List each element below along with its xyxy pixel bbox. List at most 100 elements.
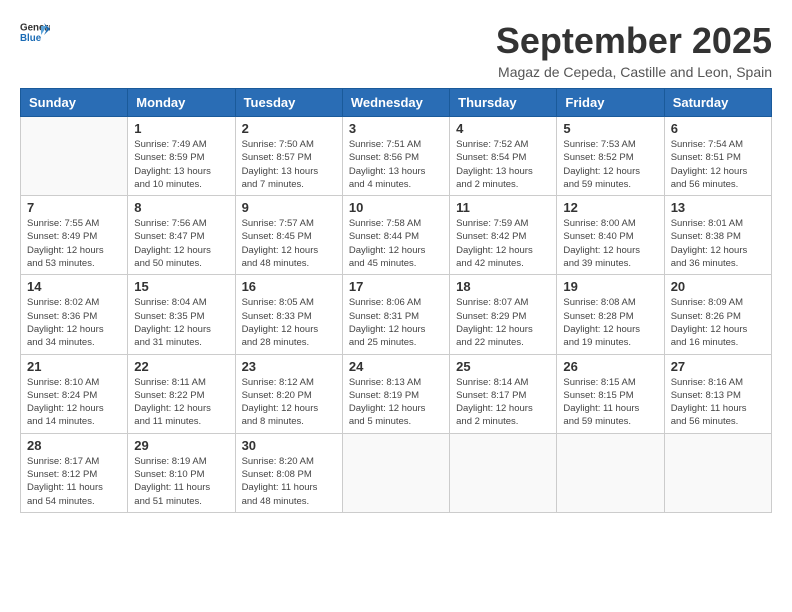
- calendar-cell: 18Sunrise: 8:07 AM Sunset: 8:29 PM Dayli…: [450, 275, 557, 354]
- title-area: September 2025 Magaz de Cepeda, Castille…: [496, 20, 772, 80]
- week-row-3: 21Sunrise: 8:10 AM Sunset: 8:24 PM Dayli…: [21, 354, 772, 433]
- day-number: 6: [671, 121, 765, 136]
- day-number: 13: [671, 200, 765, 215]
- day-info: Sunrise: 7:49 AM Sunset: 8:59 PM Dayligh…: [134, 138, 228, 191]
- calendar-cell: 20 Sunrise: 8:09 AM Sunset: 8:26 PM Dayli…: [664, 275, 771, 354]
- day-info: Sunrise: 8:00 AM Sunset: 8:40 PM Dayligh…: [563, 217, 657, 270]
- day-info: Sunrise: 8:01 AM Sunset: 8:38 PM Dayligh…: [671, 217, 765, 270]
- day-info: Sunrise: 7:52 AM Sunset: 8:54 PM Dayligh…: [456, 138, 550, 191]
- weekday-header-wednesday: Wednesday: [342, 89, 449, 117]
- calendar-cell: 5Sunrise: 7:53 AM Sunset: 8:52 PM Daylig…: [557, 117, 664, 196]
- calendar-cell: 30 Sunrise: 8:20 AM Sunset: 8:08 PM Dayli…: [235, 433, 342, 512]
- day-info: Sunrise: 8:13 AM Sunset: 8:19 PM Dayligh…: [349, 376, 443, 429]
- calendar-cell: [450, 433, 557, 512]
- calendar-cell: 25 Sunrise: 8:14 AM Sunset: 8:17 PM Dayli…: [450, 354, 557, 433]
- day-number: 14: [27, 279, 121, 294]
- calendar-cell: 16 Sunrise: 8:05 AM Sunset: 8:33 PM Dayli…: [235, 275, 342, 354]
- day-number: 26: [563, 359, 657, 374]
- day-number: 24: [349, 359, 443, 374]
- day-info: Sunrise: 7:59 AM Sunset: 8:42 PM Dayligh…: [456, 217, 550, 270]
- day-number: 15: [134, 279, 228, 294]
- day-number: 4: [456, 121, 550, 136]
- day-number: 3: [349, 121, 443, 136]
- week-row-2: 14 Sunrise: 8:02 AM Sunset: 8:36 PM Dayli…: [21, 275, 772, 354]
- day-info: Sunrise: 8:07 AM Sunset: 8:29 PM Dayligh…: [456, 296, 550, 349]
- calendar-cell: 4 Sunrise: 7:52 AM Sunset: 8:54 PM Daylig…: [450, 117, 557, 196]
- week-row-0: 1 Sunrise: 7:49 AM Sunset: 8:59 PM Daylig…: [21, 117, 772, 196]
- svg-text:Blue: Blue: [20, 33, 42, 44]
- calendar-cell: 8Sunrise: 7:56 AM Sunset: 8:47 PM Daylig…: [128, 196, 235, 275]
- day-info: Sunrise: 8:06 AM Sunset: 8:31 PM Dayligh…: [349, 296, 443, 349]
- calendar-cell: 14 Sunrise: 8:02 AM Sunset: 8:36 PM Dayli…: [21, 275, 128, 354]
- day-info: Sunrise: 8:17 AM Sunset: 8:12 PM Dayligh…: [27, 455, 121, 508]
- calendar-cell: 15Sunrise: 8:04 AM Sunset: 8:35 PM Dayli…: [128, 275, 235, 354]
- day-number: 22: [134, 359, 228, 374]
- weekday-header-thursday: Thursday: [450, 89, 557, 117]
- calendar-cell: 24 Sunrise: 8:13 AM Sunset: 8:19 PM Dayli…: [342, 354, 449, 433]
- calendar-cell: 13 Sunrise: 8:01 AM Sunset: 8:38 PM Dayli…: [664, 196, 771, 275]
- location-title: Magaz de Cepeda, Castille and Leon, Spai…: [496, 64, 772, 80]
- day-number: 27: [671, 359, 765, 374]
- day-info: Sunrise: 8:09 AM Sunset: 8:26 PM Dayligh…: [671, 296, 765, 349]
- day-number: 29: [134, 438, 228, 453]
- day-info: Sunrise: 8:15 AM Sunset: 8:15 PM Dayligh…: [563, 376, 657, 429]
- day-info: Sunrise: 7:51 AM Sunset: 8:56 PM Dayligh…: [349, 138, 443, 191]
- day-info: Sunrise: 7:57 AM Sunset: 8:45 PM Dayligh…: [242, 217, 336, 270]
- weekday-header-monday: Monday: [128, 89, 235, 117]
- day-number: 1: [134, 121, 228, 136]
- day-number: 19: [563, 279, 657, 294]
- calendar-cell: [21, 117, 128, 196]
- calendar-cell: [664, 433, 771, 512]
- day-info: Sunrise: 8:14 AM Sunset: 8:17 PM Dayligh…: [456, 376, 550, 429]
- calendar-cell: 21Sunrise: 8:10 AM Sunset: 8:24 PM Dayli…: [21, 354, 128, 433]
- calendar-cell: 12 Sunrise: 8:00 AM Sunset: 8:40 PM Dayli…: [557, 196, 664, 275]
- weekday-header-row: SundayMondayTuesdayWednesdayThursdayFrid…: [21, 89, 772, 117]
- calendar-cell: 29Sunrise: 8:19 AM Sunset: 8:10 PM Dayli…: [128, 433, 235, 512]
- calendar-cell: 3 Sunrise: 7:51 AM Sunset: 8:56 PM Daylig…: [342, 117, 449, 196]
- logo: General Blue: [20, 20, 50, 44]
- day-number: 28: [27, 438, 121, 453]
- day-info: Sunrise: 7:56 AM Sunset: 8:47 PM Dayligh…: [134, 217, 228, 270]
- day-info: Sunrise: 7:53 AM Sunset: 8:52 PM Dayligh…: [563, 138, 657, 191]
- day-number: 16: [242, 279, 336, 294]
- day-number: 30: [242, 438, 336, 453]
- day-info: Sunrise: 8:05 AM Sunset: 8:33 PM Dayligh…: [242, 296, 336, 349]
- calendar-cell: 9 Sunrise: 7:57 AM Sunset: 8:45 PM Daylig…: [235, 196, 342, 275]
- month-title: September 2025: [496, 20, 772, 62]
- header: General Blue September 2025 Magaz de Cep…: [20, 20, 772, 80]
- weekday-header-tuesday: Tuesday: [235, 89, 342, 117]
- day-info: Sunrise: 8:08 AM Sunset: 8:28 PM Dayligh…: [563, 296, 657, 349]
- calendar-cell: [557, 433, 664, 512]
- day-number: 25: [456, 359, 550, 374]
- day-info: Sunrise: 8:16 AM Sunset: 8:13 PM Dayligh…: [671, 376, 765, 429]
- day-number: 9: [242, 200, 336, 215]
- calendar: SundayMondayTuesdayWednesdayThursdayFrid…: [20, 88, 772, 513]
- day-number: 17: [349, 279, 443, 294]
- day-info: Sunrise: 7:58 AM Sunset: 8:44 PM Dayligh…: [349, 217, 443, 270]
- weekday-header-sunday: Sunday: [21, 89, 128, 117]
- day-number: 10: [349, 200, 443, 215]
- calendar-cell: 22Sunrise: 8:11 AM Sunset: 8:22 PM Dayli…: [128, 354, 235, 433]
- day-number: 23: [242, 359, 336, 374]
- calendar-cell: 11 Sunrise: 7:59 AM Sunset: 8:42 PM Dayli…: [450, 196, 557, 275]
- day-info: Sunrise: 7:55 AM Sunset: 8:49 PM Dayligh…: [27, 217, 121, 270]
- calendar-cell: 28 Sunrise: 8:17 AM Sunset: 8:12 PM Dayli…: [21, 433, 128, 512]
- day-number: 11: [456, 200, 550, 215]
- weekday-header-saturday: Saturday: [664, 89, 771, 117]
- day-number: 21: [27, 359, 121, 374]
- calendar-cell: 27 Sunrise: 8:16 AM Sunset: 8:13 PM Dayli…: [664, 354, 771, 433]
- weekday-header-friday: Friday: [557, 89, 664, 117]
- calendar-cell: 17 Sunrise: 8:06 AM Sunset: 8:31 PM Dayli…: [342, 275, 449, 354]
- day-number: 2: [242, 121, 336, 136]
- week-row-1: 7Sunrise: 7:55 AM Sunset: 8:49 PM Daylig…: [21, 196, 772, 275]
- calendar-cell: 7Sunrise: 7:55 AM Sunset: 8:49 PM Daylig…: [21, 196, 128, 275]
- calendar-cell: 6Sunrise: 7:54 AM Sunset: 8:51 PM Daylig…: [664, 117, 771, 196]
- day-info: Sunrise: 8:02 AM Sunset: 8:36 PM Dayligh…: [27, 296, 121, 349]
- logo-icon: General Blue: [20, 20, 50, 44]
- day-number: 20: [671, 279, 765, 294]
- day-number: 12: [563, 200, 657, 215]
- calendar-cell: [342, 433, 449, 512]
- day-info: Sunrise: 8:12 AM Sunset: 8:20 PM Dayligh…: [242, 376, 336, 429]
- day-info: Sunrise: 7:50 AM Sunset: 8:57 PM Dayligh…: [242, 138, 336, 191]
- day-info: Sunrise: 8:20 AM Sunset: 8:08 PM Dayligh…: [242, 455, 336, 508]
